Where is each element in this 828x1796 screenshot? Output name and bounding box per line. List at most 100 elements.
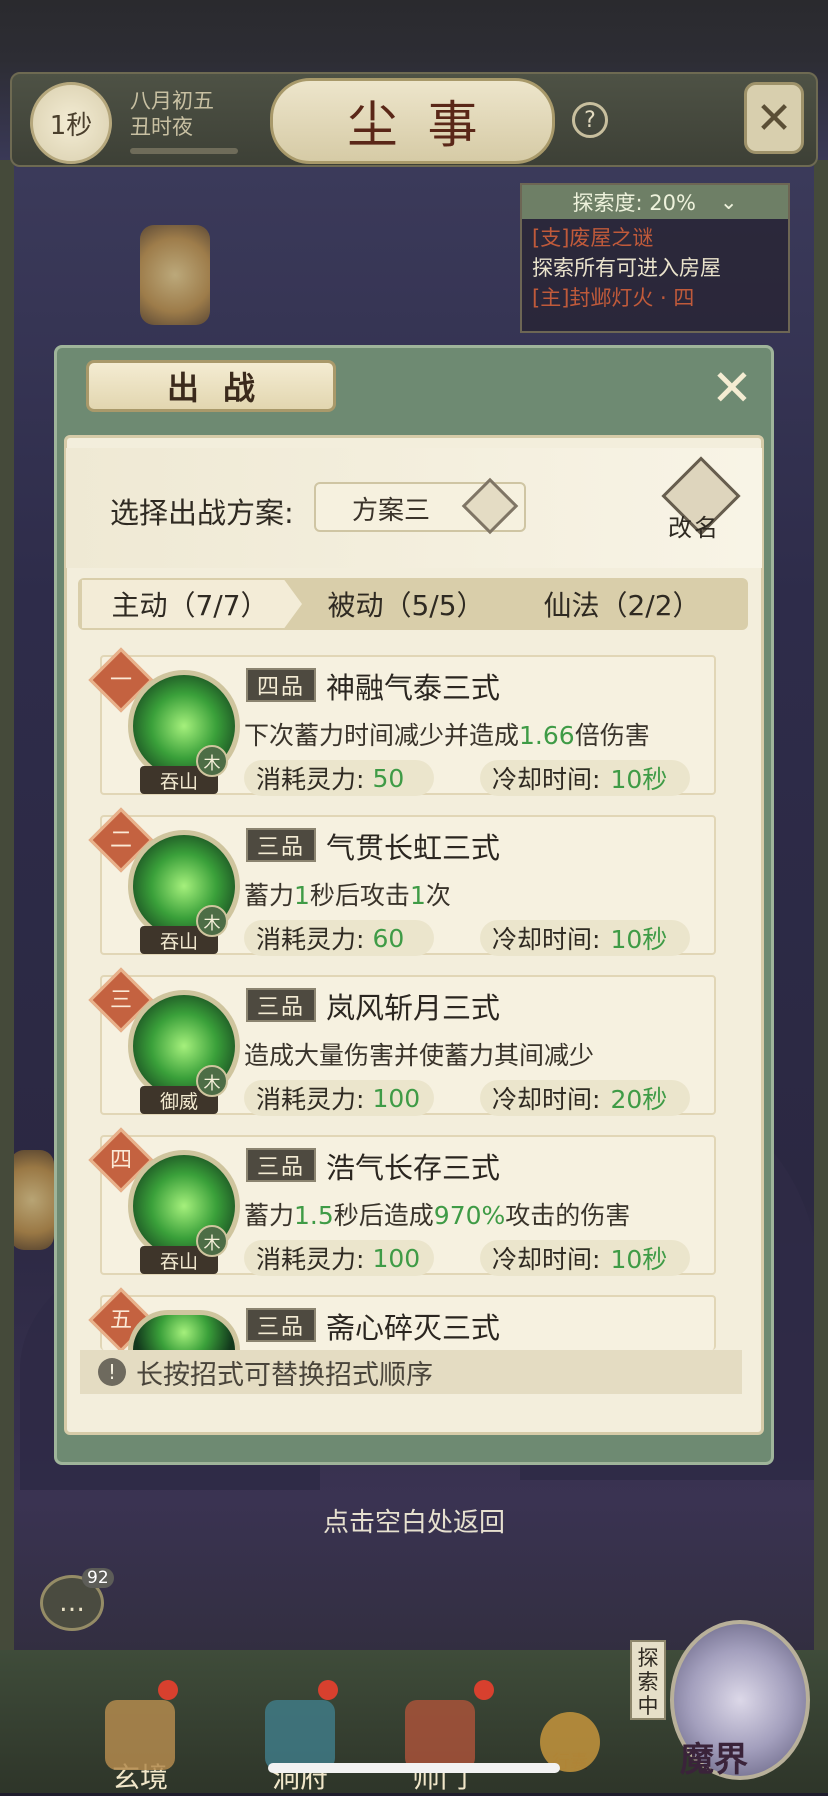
skill-name: 岚风斩月三式 [326,991,501,1025]
notification-dot [474,1680,494,1700]
desc-text: 次 [425,881,451,910]
notification-dot [158,1680,178,1700]
grade-badge: 三品 [246,828,316,862]
tab-passive-skills[interactable]: 被动（5/5） [316,578,496,630]
nav-dongfu[interactable]: 洞府 [250,1700,350,1796]
element-badge: 木 [196,1225,228,1257]
timer-text: 1秒 [49,110,93,141]
frame-border-right [814,160,828,1660]
cooldown-value: 20秒 [610,1085,668,1114]
cost-label: 消耗灵力: [256,1085,365,1114]
cost-value: 100 [372,1243,421,1273]
quest-item: 探索所有可进入房屋 [532,256,721,280]
cooldown-value: 10秒 [610,765,668,794]
skill-description: 蓄力1.5秒后造成970%攻击的伤害 [244,1196,630,1232]
pavilion-icon [265,1700,335,1770]
skill-description: 下次蓄力时间减少并造成1.66倍伤害 [244,716,650,752]
desc-value: 970% [433,1201,506,1230]
nav-xuanjing[interactable]: 玄境 [90,1700,190,1796]
cooldown-value: 10秒 [610,925,668,954]
rename-label[interactable]: 改名 [668,508,720,543]
tab-spells[interactable]: 仙法（2/2） [532,578,712,630]
element-badge: 木 [196,1065,228,1097]
timer-badge[interactable]: 1秒 [30,82,112,164]
scene-title: 尘事 [270,78,555,164]
explore-progress-text: 探索度: 20% [572,191,696,215]
desc-text: 蓄力 [244,881,295,910]
grade-badge: 四品 [246,668,316,702]
frame-border-left [0,160,14,1660]
grade-badge: 三品 [246,1308,316,1342]
skill-description: 造成大量伤害并使蓄力其间减少 [244,1041,595,1070]
grade-badge: 三品 [246,1148,316,1182]
desc-text: 攻击的伤害 [505,1201,631,1230]
plan-label: 选择出战方案: [110,496,294,530]
chevron-down-icon[interactable]: ⌄ [720,190,738,214]
nav-shimen[interactable]: 师门 [390,1700,490,1796]
skill-name: 浩气长存三式 [326,1151,501,1185]
skill-name: 神融气泰三式 [326,671,501,705]
cooldown-label: 冷却时间: [492,765,601,794]
cost-pill: 消耗灵力: 100 [244,1240,434,1276]
cost-pill: 消耗灵力: 100 [244,1080,434,1116]
chat-count-badge: 92 [82,1568,114,1588]
cost-label: 消耗灵力: [256,765,365,794]
lantern-icon [140,225,210,325]
cooldown-pill: 冷却时间: 10秒 [480,1240,690,1276]
desc-text: 秒后攻击 [309,881,410,910]
cooldown-label: 冷却时间: [492,925,601,954]
question-icon[interactable]: ? [572,102,608,138]
cooldown-pill: 冷却时间: 10秒 [480,760,690,796]
notification-dot [318,1680,338,1700]
cost-value: 50 [372,763,405,793]
desc-text: 蓄力 [244,1201,295,1230]
demon-realm-label[interactable]: 魔界 [680,1732,748,1781]
modal-title: 出战 [86,360,336,412]
hint-text: 长按招式可替换招式顺序 [136,1359,433,1391]
cooldown-label: 冷却时间: [492,1085,601,1114]
cost-label: 消耗灵力: [256,1245,365,1274]
quest-tracker[interactable]: 探索度: 20% ⌄ [支]废屋之谜 探索所有可进入房屋 [主]封邺灯火 · 四 [520,183,790,333]
date-hour: 丑时夜 [130,115,193,139]
return-hint[interactable]: 点击空白处返回 [0,1502,828,1539]
cost-label: 消耗灵力: [256,925,365,954]
cooldown-value: 10秒 [610,1245,668,1274]
exploring-tag: 探索中 [630,1640,666,1720]
close-icon[interactable]: ✕ [706,362,758,414]
skill-name: 气贯长虹三式 [326,831,501,865]
desc-value: 1.5 [294,1201,334,1230]
desc-value: 1 [409,881,426,910]
skill-description: 蓄力1秒后攻击1次 [244,876,451,912]
home-indicator[interactable] [268,1763,560,1773]
quest-item[interactable]: [主]封邺灯火 · 四 [522,283,788,313]
cooldown-pill: 冷却时间: 20秒 [480,1080,690,1116]
cost-pill: 消耗灵力: 60 [244,920,434,956]
desc-text: 下次蓄力时间减少并造成 [244,721,520,750]
cost-value: 60 [372,923,405,953]
time-progress-bar [130,148,238,154]
reorder-hint: ! 长按招式可替换招式顺序 [80,1350,742,1394]
date-day: 八月初五 [130,89,214,113]
banner-icon [405,1700,475,1770]
element-badge: 木 [196,905,228,937]
lantern-icon [10,1150,54,1250]
cost-value: 100 [372,1083,421,1113]
explore-progress: 探索度: 20% ⌄ [522,185,788,219]
element-badge: 木 [196,745,228,777]
desc-text: 倍伤害 [574,721,650,750]
tab-active-skills[interactable]: 主动（7/7） [90,578,290,630]
cooldown-pill: 冷却时间: 10秒 [480,920,690,956]
plan-value[interactable]: 方案三 [352,490,430,527]
scroll-icon [105,1700,175,1770]
game-date: 八月初五 丑时夜 [130,88,214,140]
grade-badge: 三品 [246,988,316,1022]
desc-value: 1 [294,881,310,910]
quest-item[interactable]: [支]废屋之谜 [522,223,788,253]
desc-value: 1.66 [519,721,575,750]
close-icon[interactable]: ✕ [744,82,804,154]
desc-text: 秒后造成 [333,1201,434,1230]
info-icon: ! [98,1358,126,1386]
cost-pill: 消耗灵力: 50 [244,760,434,796]
skill-name: 斋心碎灭三式 [326,1311,501,1345]
cooldown-label: 冷却时间: [492,1245,601,1274]
